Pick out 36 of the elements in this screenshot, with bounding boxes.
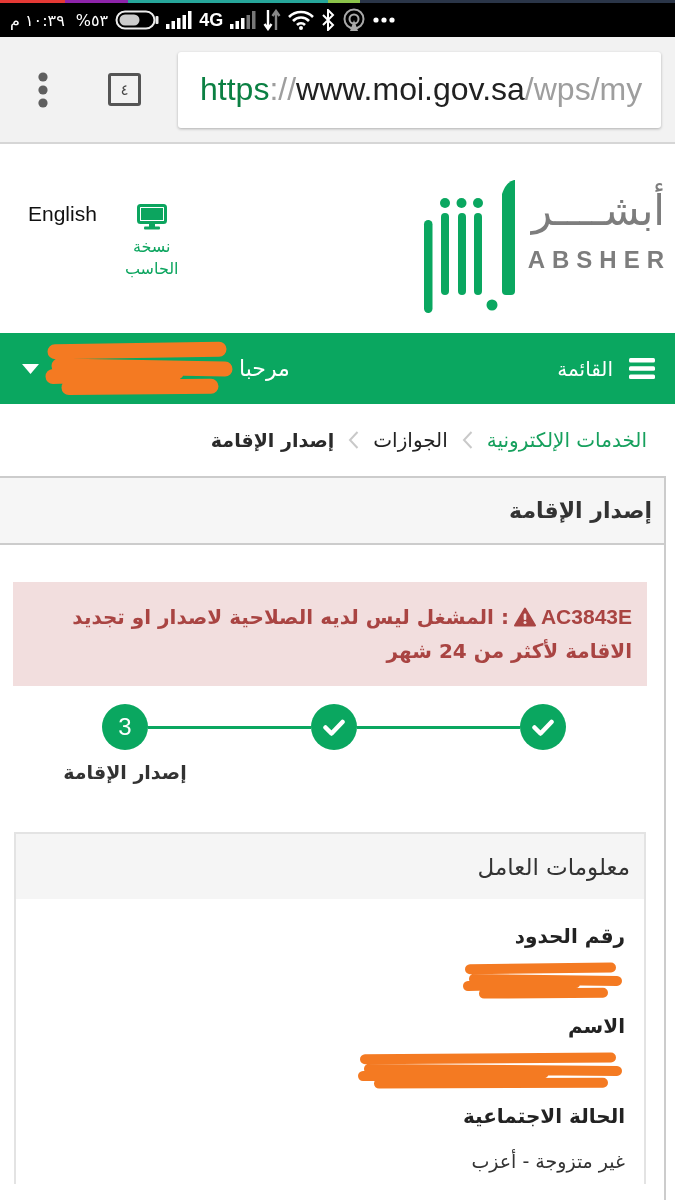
breadcrumb-current: إصدار الإقامة <box>210 429 335 451</box>
card-title: معلومات العامل <box>477 853 630 880</box>
menu-icon <box>629 358 655 379</box>
step-circle: 3 <box>102 704 148 750</box>
battery-icon <box>115 10 160 30</box>
chevron-icon <box>461 430 473 450</box>
field-label: الحالة الاجتماعية <box>462 1103 625 1130</box>
more-dots-icon <box>373 17 396 23</box>
language-link[interactable]: English <box>28 201 97 227</box>
bluetooth-icon <box>321 9 336 31</box>
network-type: 4G <box>199 9 224 31</box>
monitor-icon <box>136 204 167 230</box>
battery-percent: %٥٣ <box>75 10 109 30</box>
warning-icon <box>513 607 536 627</box>
logo-arabic-text: أبشــــر <box>531 184 665 238</box>
chevron-icon <box>348 430 360 450</box>
logo-latin-text: ABSHER <box>527 246 671 274</box>
check-icon <box>323 718 345 736</box>
clock-time: ١٠:٣٩ م <box>10 10 65 30</box>
breadcrumb-link[interactable]: الجوازات <box>373 428 448 452</box>
field-value: غير متزوجة - أعزب <box>471 1148 625 1175</box>
field-label: الاسم <box>567 1013 625 1040</box>
logo-icon <box>421 178 518 315</box>
field-label: رقم الحدود <box>514 923 625 950</box>
address-field[interactable]: https://www.moi.gov.sa/wps/my <box>178 51 661 128</box>
check-icon <box>532 718 554 736</box>
tab-switcher-button[interactable]: ٤ <box>108 73 141 106</box>
signal-icon <box>230 11 257 29</box>
wifi-icon <box>288 10 315 30</box>
caret-icon[interactable] <box>22 363 39 374</box>
hotspot-icon <box>342 8 367 32</box>
signal-icon <box>166 11 193 29</box>
step-label: إصدار الإقامة <box>63 760 187 786</box>
data-arrows-icon <box>263 9 282 31</box>
more-options-icon[interactable] <box>38 71 48 108</box>
panel-title: إصدار الإقامة <box>509 498 652 523</box>
